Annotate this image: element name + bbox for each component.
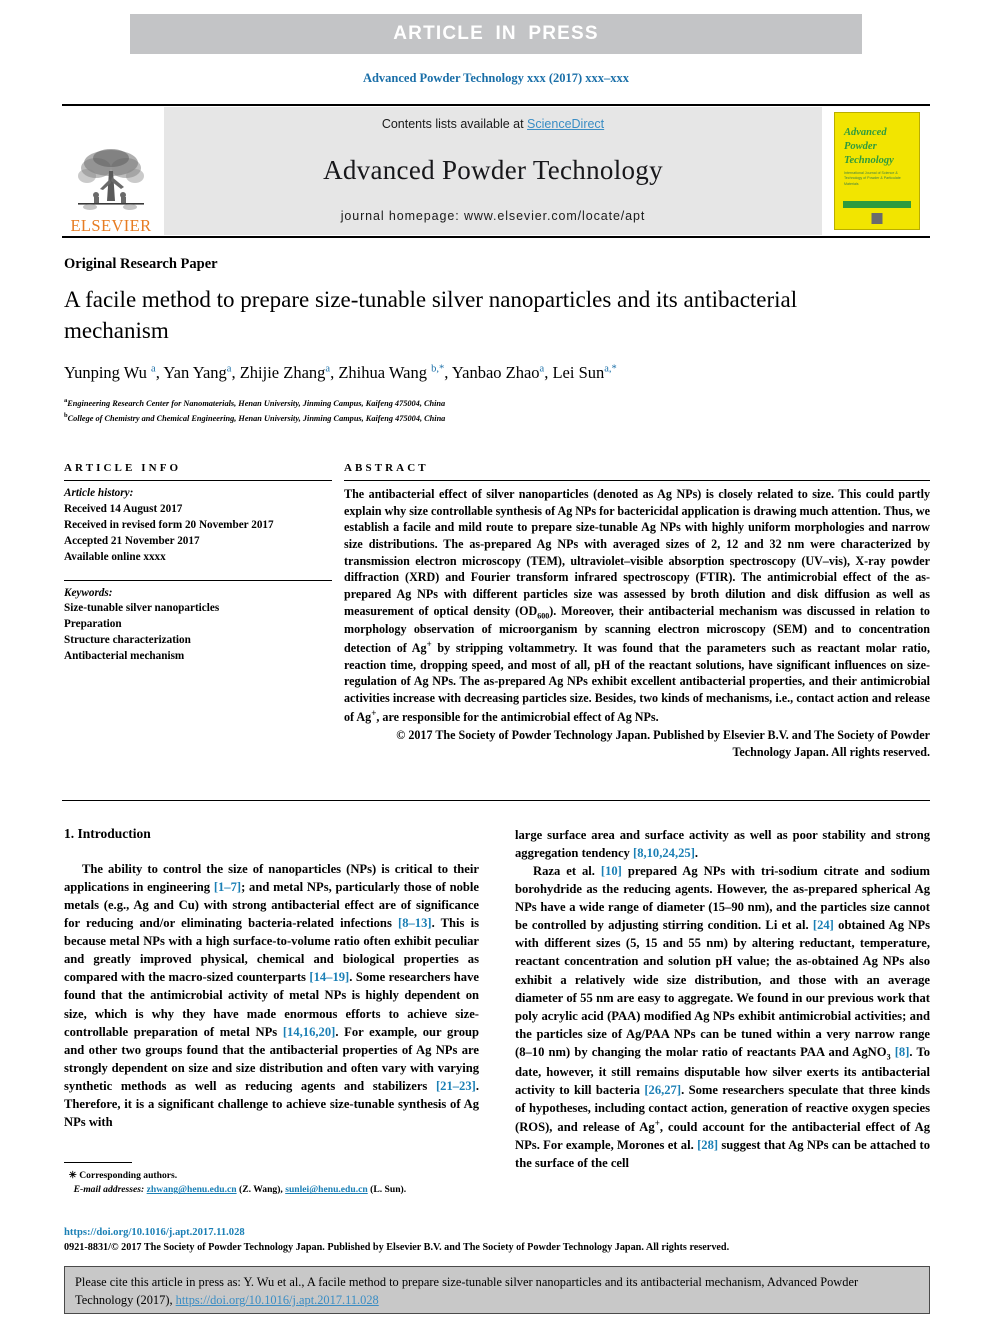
article-info-divider [64,480,332,481]
history-item: Received in revised form 20 November 201… [64,518,274,531]
masthead-center-panel: Contents lists available at ScienceDirec… [164,107,822,235]
journal-masthead: ELSEVIER Contents lists available at Sci… [62,104,930,238]
elsevier-wordmark: ELSEVIER [70,215,152,235]
body-column-right: large surface area and surface activity … [515,826,930,1172]
email-name-wang: (Z. Wang), [239,1184,283,1196]
abstract-heading: ABSTRACT [344,462,429,474]
author-list: Yunping Wu a, Yan Yanga, Zhijie Zhanga, … [64,363,617,382]
keyword-item: Preparation [64,618,122,631]
email-link-sun[interactable]: sunlei@henu.edu.cn [285,1184,368,1195]
doi-link[interactable]: https://doi.org/10.1016/j.apt.2017.11.02… [64,1226,932,1241]
page-title: A facile method to prepare size-tunable … [64,287,798,343]
introduction-right-text: large surface area and surface activity … [515,826,930,1172]
keyword-item: Structure characterization [64,634,191,647]
article-history-group: Article history: Received 14 August 2017… [64,486,332,566]
history-item: Received 14 August 2017 [64,502,183,515]
abstract-copyright: © 2017 The Society of Powder Technology … [396,728,930,760]
cover-green-bar [843,201,911,208]
affiliation-b: bCollege of Chemistry and Chemical Engin… [64,411,446,423]
article-type-label: Original Research Paper [64,256,218,272]
keyword-item: Antibacterial mechanism [64,650,185,663]
history-item: Available online xxxx [64,550,166,563]
email-name-sun: (L. Sun). [370,1184,407,1196]
abstract-body: The antibacterial effect of silver nanop… [344,487,930,724]
article-info-column: ARTICLE INFO Article history: Received 1… [64,462,332,665]
cover-publisher-logo-icon [871,213,883,224]
keywords-divider [64,579,332,581]
contents-list-line: Contents lists available at ScienceDirec… [382,117,604,131]
elsevier-tree-icon [78,148,144,210]
cover-title-line-3: Technology [844,155,894,167]
footnote-divider [64,1162,132,1163]
issn-copyright-line: 0921-8831/© 2017 The Society of Powder T… [64,1241,730,1253]
cite-text: Please cite this article in press as: Y.… [75,1274,919,1310]
journal-title: Advanced Powder Technology [323,154,663,185]
history-item: Accepted 21 November 2017 [64,534,200,547]
footnote-body: ✳ Corresponding authors. E-mail addresse… [64,1169,479,1198]
article-in-press-banner: ARTICLE IN PRESS [130,14,862,54]
paragraph: Raza et al. [10] prepared Ag NPs with tr… [515,864,931,1171]
keywords-group: Keywords: Size-tunable silver nanopartic… [64,586,332,666]
keyword-item: Size-tunable silver nanoparticles [64,602,220,615]
article-info-heading: ARTICLE INFO [64,462,182,474]
journal-homepage-line[interactable]: journal homepage: www.elsevier.com/locat… [341,209,646,223]
cite-this-article-box: Please cite this article in press as: Y.… [64,1266,930,1314]
email-link-wang[interactable]: zhwang@henu.edu.cn [147,1184,237,1195]
journal-reference-line: Advanced Powder Technology xxx (2017) xx… [362,71,630,85]
contents-prefix-label: Contents lists available at [381,117,528,131]
abstract-column: ABSTRACT The antibacterial effect of sil… [344,462,930,761]
journal-cover-thumbnail: Advanced Powder Technology International… [824,106,930,236]
keywords-label: Keywords: [64,586,113,599]
body-top-divider [62,800,930,801]
email-line: E-mail addresses: zhwang@henu.edu.cn (Z.… [64,1183,479,1197]
journal-cover-image: Advanced Powder Technology International… [834,112,920,230]
cover-title-line-2: Powder [844,141,877,153]
affiliations: aEngineering Research Center for Nanomat… [64,396,764,425]
corresponding-author-footnote: ✳ Corresponding authors. E-mail addresse… [64,1162,479,1198]
footer-doi-block: https://doi.org/10.1016/j.apt.2017.11.02… [64,1226,932,1256]
cover-title-line-1: Advanced [844,127,887,138]
sciencedirect-link[interactable]: ScienceDirect [527,117,604,131]
cover-subtitle-text: International Journal of Science & Techn… [844,171,901,186]
introduction-heading: 1. Introduction [64,826,151,841]
affiliation-a: aEngineering Research Center for Nanomat… [64,397,446,408]
paragraph: The ability to control the size of nanop… [64,862,480,1129]
elsevier-logo: ELSEVIER [62,106,160,236]
email-label: E-mail addresses: [73,1184,145,1196]
cover-title-text: Advanced Powder Technology [844,126,894,169]
paragraph: large surface area and surface activity … [515,828,930,861]
article-history-label: Article history: [64,487,134,499]
body-column-left: 1. Introduction The ability to control t… [64,826,479,1131]
cite-doi-link[interactable]: https://doi.org/10.1016/j.apt.2017.11.02… [176,1293,379,1307]
corresponding-line: ✳ Corresponding authors. [64,1170,178,1181]
article-in-press-label: ARTICLE IN PRESS [393,23,599,44]
abstract-divider [344,480,930,481]
introduction-left-text: The ability to control the size of nanop… [64,860,479,1131]
